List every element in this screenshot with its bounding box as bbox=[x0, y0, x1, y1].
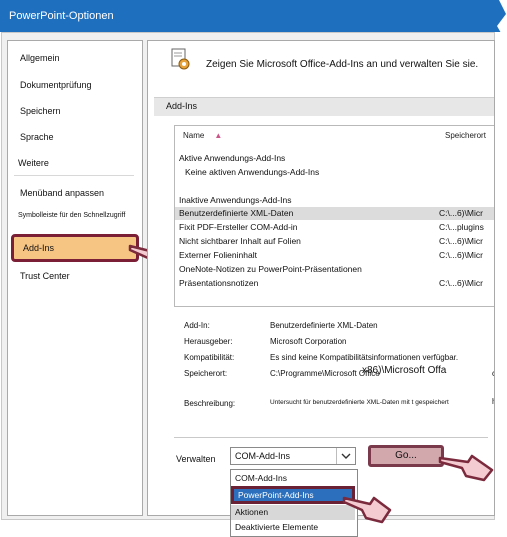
list-item: Keine aktiven Anwendungs-Add-Ins bbox=[175, 166, 494, 179]
manage-divider bbox=[174, 437, 488, 438]
sort-ascending-icon: ▲ bbox=[214, 131, 223, 140]
detail-location-overlap: x86)\Microsoft Offa bbox=[362, 365, 447, 376]
list-item-name: Keine aktiven Anwendungs-Add-Ins bbox=[185, 167, 320, 177]
dropdown-option-deaktiviert[interactable]: Deaktivierte Elemente bbox=[231, 520, 355, 535]
list-item-name: Präsentationsnotizen bbox=[179, 278, 259, 288]
list-item-name: Inaktive Anwendungs-Add-Ins bbox=[179, 195, 292, 205]
table-row[interactable]: Benutzerdefinierte XML-Daten C:\...6)\Mi… bbox=[175, 207, 494, 220]
list-item-location: C:\...6)\Micr bbox=[439, 208, 483, 218]
list-item-name: Fixit PDF-Ersteller COM-Add-in bbox=[179, 222, 298, 232]
sidebar-item-speichern[interactable]: Speichern bbox=[8, 102, 142, 120]
title-bar: PowerPoint-Optionen bbox=[0, 0, 507, 32]
list-item-location: C:\...plugins bbox=[439, 222, 484, 232]
detail-description-value: Untersucht für benutzerdefinierte XML-Da… bbox=[270, 399, 449, 406]
dropdown-option-powerpoint-addins[interactable]: PowerPoint-Add-Ins bbox=[231, 486, 355, 504]
list-item-name: Nicht sichtbarer Inhalt auf Folien bbox=[179, 236, 301, 246]
detail-description-label: Beschreibung: bbox=[184, 399, 236, 408]
detail-addin-label: Add-In: bbox=[184, 321, 210, 330]
sidebar-item-allgemein[interactable]: Allgemein bbox=[8, 49, 142, 67]
manage-select[interactable]: COM-Add-Ins bbox=[230, 447, 356, 465]
detail-compat-value: Es sind keine Kompatibilitätsinformation… bbox=[270, 353, 459, 362]
table-row[interactable]: OneNote-Notizen zu PowerPoint-Präsentati… bbox=[175, 263, 494, 276]
table-row[interactable]: Präsentationsnotizen C:\...6)\Micr bbox=[175, 277, 494, 290]
sidebar-item-menueband-anpassen[interactable]: Menüband anpassen bbox=[8, 184, 142, 202]
dropdown-option-com[interactable]: COM-Add-Ins bbox=[231, 471, 355, 486]
column-header-name[interactable]: Name ▲ bbox=[183, 126, 222, 144]
section-title: Add-Ins bbox=[166, 101, 198, 111]
table-row[interactable]: Externer Folieninhalt C:\...6)\Micr bbox=[175, 249, 494, 262]
chevron-down-icon[interactable] bbox=[336, 448, 355, 464]
page-header: Zeigen Sie Microsoft Office-Add-Ins an u… bbox=[206, 59, 479, 70]
detail-publisher-label: Herausgeber: bbox=[184, 337, 233, 346]
detail-publisher-value: Microsoft Corporation bbox=[270, 337, 347, 346]
dropdown-option-aktionen[interactable]: Aktionen bbox=[231, 505, 355, 520]
sidebar-item-sprache[interactable]: Sprache bbox=[8, 128, 142, 146]
addins-list[interactable]: Name ▲ Speicherort Aktive Anwendungs-Add-… bbox=[174, 125, 494, 307]
torn-edge bbox=[497, 0, 507, 536]
list-item-name: OneNote-Notizen zu PowerPoint-Präsentati… bbox=[179, 264, 362, 274]
list-item-location: C:\...6)\Micr bbox=[439, 236, 483, 246]
pointer-hand-icon bbox=[438, 454, 494, 482]
section-header: Add-Ins bbox=[154, 97, 494, 116]
addin-gear-icon bbox=[171, 48, 190, 70]
sidebar-divider bbox=[14, 175, 134, 176]
list-group-header: Inaktive Anwendungs-Add-Ins bbox=[175, 194, 494, 207]
options-sidebar: Allgemein Dokumentprüfung Speichern Spra… bbox=[7, 40, 143, 516]
sidebar-item-schnellzugriff[interactable]: Symbolleiste für den Schnellzugriff bbox=[8, 207, 142, 225]
sidebar-item-trust-center[interactable]: Trust Center bbox=[8, 267, 142, 285]
sidebar-item-dokumentpruefung[interactable]: Dokumentprüfung bbox=[8, 76, 142, 94]
list-group-header: Aktive Anwendungs-Add-Ins bbox=[175, 152, 494, 165]
list-item-location: C:\...6)\Micr bbox=[439, 278, 483, 288]
sidebar-item-add-ins[interactable]: Add-Ins bbox=[11, 234, 139, 262]
column-header-location[interactable]: Speicherort bbox=[445, 126, 486, 144]
manage-label: Verwalten bbox=[176, 454, 216, 464]
detail-location-label: Speicherort: bbox=[184, 369, 228, 378]
detail-addin-value: Benutzerdefinierte XML-Daten bbox=[270, 321, 378, 330]
sidebar-item-weitere[interactable]: Weitere bbox=[8, 154, 142, 172]
pointer-hand-icon bbox=[342, 496, 392, 524]
manage-dropdown-list[interactable]: COM-Add-Ins PowerPoint-Add-Ins Aktionen … bbox=[230, 469, 358, 537]
list-item-location: C:\...6)\Micr bbox=[439, 250, 483, 260]
table-row[interactable]: Nicht sichtbarer Inhalt auf Folien C:\..… bbox=[175, 235, 494, 248]
table-row[interactable]: Fixit PDF-Ersteller COM-Add-in C:\...plu… bbox=[175, 221, 494, 234]
go-button[interactable]: Go... bbox=[368, 445, 444, 467]
list-item-name: Externer Folieninhalt bbox=[179, 250, 257, 260]
manage-select-value: COM-Add-Ins bbox=[235, 451, 291, 461]
list-item-name: Aktive Anwendungs-Add-Ins bbox=[179, 153, 286, 163]
column-name-label: Name bbox=[183, 131, 205, 140]
detail-compat-label: Kompatibilität: bbox=[184, 353, 235, 362]
list-item-name: Benutzerdefinierte XML-Daten bbox=[179, 208, 294, 218]
window-title: PowerPoint-Optionen bbox=[9, 10, 114, 22]
